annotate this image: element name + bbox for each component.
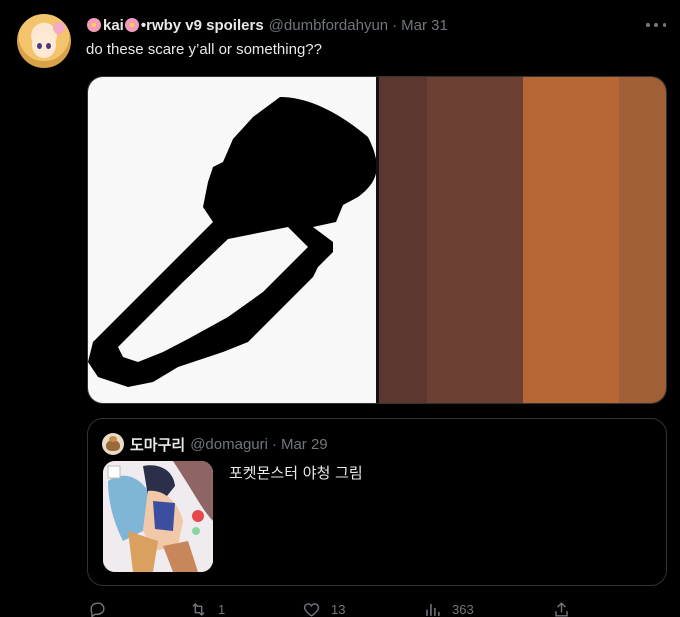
avatar-face [32,32,56,58]
like-count: 13 [331,602,346,617]
color-swatch [379,77,427,403]
quote-header: 도마구리 @domaguri · Mar 29 [130,433,328,455]
views-count: 363 [452,602,474,617]
color-swatch [523,77,620,403]
quote-text: 포켓몬스터 야청 그림 [229,464,363,482]
tweet-text: do these scare y’all or something?? [86,41,322,58]
more-icon[interactable] [646,16,666,34]
avatar-flower [53,22,65,34]
eyedropper-image [88,77,377,403]
display-name-suffix[interactable]: •rwby v9 spoilers [141,17,264,34]
display-name[interactable]: kai [103,17,124,34]
views-icon [426,603,440,616]
action-bar: 1 13 363 [86,600,666,617]
flower-icon [86,17,102,33]
avatar[interactable] [17,14,71,68]
color-swatch [426,77,523,403]
quote-avatar[interactable] [102,433,124,455]
retweet-icon [192,602,205,617]
quoted-tweet[interactable]: 도마구리 @domaguri · Mar 29 포켓몬스터 야청 그림 [87,418,667,586]
reply-icon [90,602,105,617]
like-icon [303,603,320,617]
retweet-button[interactable]: 1 [189,600,225,617]
quote-timestamp[interactable]: Mar 29 [281,436,328,453]
quote-thumbnail[interactable] [103,461,213,572]
avatar-eye [37,43,42,49]
tweet-header: kai •rwby v9 spoilers @dumbfordahyun · M… [86,15,448,35]
user-handle[interactable]: @dumbfordahyun [269,17,388,34]
separator-dot: · [271,435,277,453]
color-swatches [379,77,666,403]
tweet-media[interactable] [87,76,667,404]
views-button[interactable]: 363 [423,600,474,617]
reply-button[interactable] [88,600,117,617]
eyedropper-icon [88,97,377,387]
flower-icon [124,17,140,33]
like-button[interactable]: 13 [302,600,345,617]
quote-display-name[interactable]: 도마구리 [130,434,185,455]
avatar-eye [46,43,51,49]
timestamp[interactable]: Mar 31 [401,17,448,34]
share-button[interactable] [552,600,581,617]
quote-handle[interactable]: @domaguri [190,436,268,453]
retweet-count: 1 [218,602,226,617]
tweet[interactable]: kai •rwby v9 spoilers @dumbfordahyun · M… [0,0,680,617]
color-swatch [619,77,666,403]
separator-dot: · [392,16,398,34]
share-icon [555,602,568,617]
